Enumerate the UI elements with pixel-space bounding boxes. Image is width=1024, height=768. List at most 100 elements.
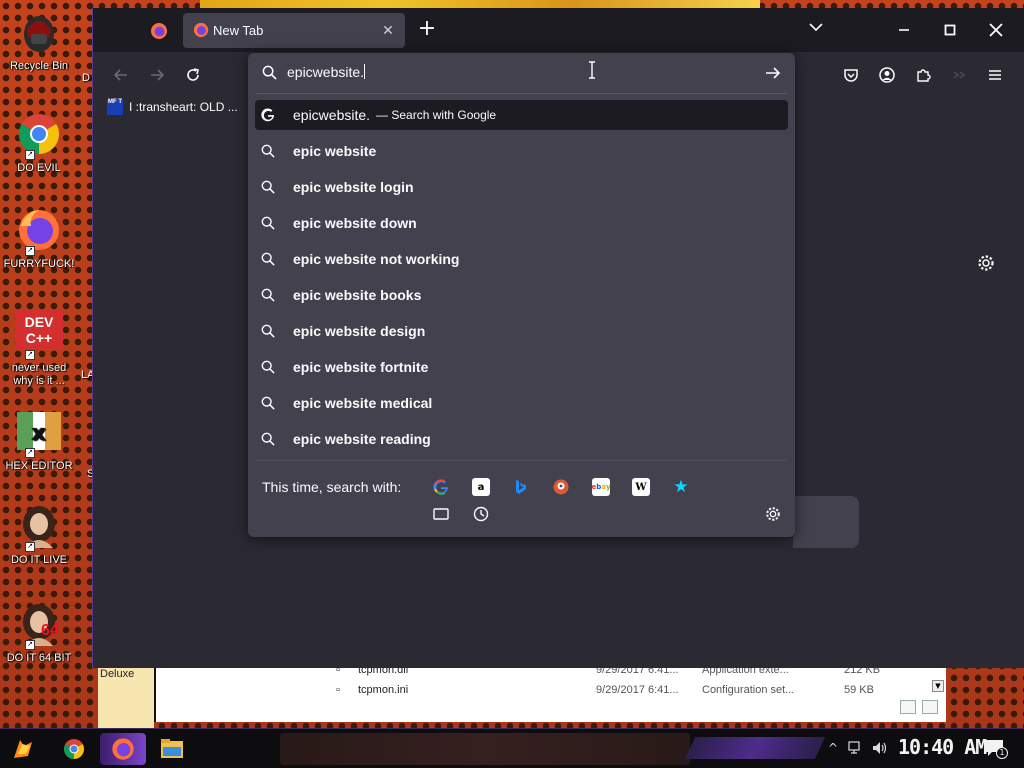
start-button[interactable] [8, 734, 40, 764]
tab-label: New Tab [213, 23, 264, 38]
amazon-icon[interactable]: a [472, 478, 490, 496]
search-settings-button[interactable] [764, 505, 782, 523]
taskbar-file-explorer[interactable] [156, 734, 188, 764]
scroll-down-icon[interactable]: ▼ [932, 680, 944, 692]
file-icon: ▫ [336, 684, 340, 696]
volume-icon[interactable] [872, 741, 888, 758]
tab-new-tab[interactable]: New Tab ✕ [183, 13, 405, 48]
network-icon[interactable] [848, 741, 864, 758]
close-window-button[interactable] [973, 8, 1019, 52]
shortcut-arrow-icon: ↗ [25, 542, 35, 552]
badge-64: 64 [41, 622, 59, 639]
firefox-icon [151, 23, 167, 39]
suggestion-text: epic website medical [293, 395, 433, 411]
taskbar-chrome[interactable] [58, 734, 90, 764]
search-icon [261, 216, 275, 230]
deluxe-label: Deluxe [100, 668, 135, 680]
taskbar-firefox[interactable] [107, 734, 139, 764]
suggestion-row[interactable]: epic website down [255, 208, 788, 238]
minimize-button[interactable] [881, 8, 927, 52]
new-tab-settings-button[interactable] [977, 254, 995, 276]
back-button[interactable] [109, 63, 133, 87]
desktop-icon-firefox[interactable]: ↗ FURRYFUCK! [2, 206, 76, 271]
divider [256, 93, 787, 94]
go-arrow-icon[interactable] [765, 65, 781, 84]
file-name: tcpmon.ini [358, 684, 409, 696]
overflow-icon [953, 71, 966, 79]
google-icon[interactable] [432, 478, 450, 496]
desktop-icon-do-it-64-bit[interactable]: 64 ↗ DO IT 64 BIT [2, 600, 76, 665]
firefox-icon [193, 22, 209, 41]
one-off-search-label: This time, search with: [262, 479, 402, 495]
desktop-icon-recycle-bin[interactable]: Recycle Bin [2, 8, 76, 73]
close-icon [989, 23, 1003, 37]
desktop-icon-devcpp[interactable]: DEV C++ ↗ never used why is it ... [2, 310, 76, 388]
wikipedia-icon[interactable]: W [632, 478, 650, 496]
desktop-icon-label: DO IT LIVE [10, 554, 68, 566]
suggestion-row[interactable]: epic website not working [255, 244, 788, 274]
suggestion-text: epic website books [293, 287, 422, 303]
suggestion-text: epic website not working [293, 251, 460, 267]
portrait-icon: 64 ↗ [15, 600, 63, 650]
forward-arrow-icon [151, 69, 165, 81]
google-icon [261, 108, 275, 122]
search-icon [261, 252, 275, 266]
pocket-button[interactable] [839, 63, 863, 87]
suggestion-row[interactable]: epicwebsite. — Search with Google [255, 100, 788, 130]
account-button[interactable] [875, 63, 899, 87]
file-explorer-window: ▫ tcpmon.dll 9/29/2017 6:41... Applicati… [154, 664, 946, 722]
forward-button[interactable] [145, 63, 169, 87]
firefox-view-button[interactable] [143, 16, 175, 46]
search-icon [261, 396, 275, 410]
suggestion-row[interactable]: epic website login [255, 172, 788, 202]
suggestion-row[interactable]: epic website fortnite [255, 352, 788, 382]
url-value: epicwebsite. [287, 64, 365, 80]
duckduckgo-icon[interactable] [552, 478, 570, 496]
suggestion-action: — Search with Google [376, 108, 497, 122]
details-view-icon[interactable] [900, 700, 916, 714]
notification-center-button[interactable]: 1 [984, 739, 1008, 759]
address-bar[interactable]: epicwebsite. [248, 53, 795, 93]
text-caret [364, 64, 366, 79]
reload-button[interactable] [181, 63, 205, 87]
desktop-icon-chrome[interactable]: ↗ DO EVIL [2, 110, 76, 175]
suggestion-row[interactable]: epic website reading [255, 424, 788, 454]
chevron-up-icon[interactable]: ^ [828, 741, 838, 755]
suggestion-row[interactable]: epic website books [255, 280, 788, 310]
taskbar: ^ 10:40 AM 1 [0, 728, 1024, 768]
tabs-search-icon[interactable] [432, 505, 450, 523]
new-tab-button[interactable]: + [415, 18, 439, 42]
bookmark-item[interactable]: MF T I :transheart: OLD ... [107, 99, 238, 115]
hamburger-menu-icon [989, 70, 1001, 80]
preview-view-icon[interactable] [922, 700, 938, 714]
taskbar-wallpaper-strip [280, 733, 690, 765]
shortcut-arrow-icon: ↗ [25, 150, 35, 160]
suggestion-row[interactable]: epic website design [255, 316, 788, 346]
suggestion-row[interactable]: epic website [255, 136, 788, 166]
file-row[interactable]: ▫ tcpmon.ini 9/29/2017 6:41... Configura… [336, 684, 1024, 700]
overflow-button[interactable] [947, 63, 971, 87]
file-size: 59 KB [844, 684, 874, 696]
taskbar-clock[interactable]: 10:40 AM [898, 735, 987, 759]
bookmark-favicon: MF T [107, 99, 123, 115]
notification-count: 1 [996, 747, 1008, 759]
suggestion-row[interactable]: epic website medical [255, 388, 788, 418]
close-tab-icon[interactable]: ✕ [379, 21, 397, 39]
search-icon [261, 144, 275, 158]
url-input[interactable]: epicwebsite. [287, 64, 366, 80]
list-all-tabs-button[interactable] [809, 20, 823, 36]
desktop-icon-hex-editor[interactable]: x ↗ HEX EDITOR [2, 408, 76, 473]
desktop-icon-label: FURRYFUCK! [3, 258, 75, 270]
ebay-icon[interactable]: ebay [591, 478, 611, 496]
suggestion-text: epic website reading [293, 431, 431, 447]
desktop-icon-do-it-live[interactable]: ↗ DO IT LIVE [2, 502, 76, 567]
star-icon[interactable]: ★ [672, 477, 690, 497]
gear-icon [978, 255, 994, 271]
app-menu-button[interactable] [983, 63, 1007, 87]
history-icon[interactable] [472, 505, 490, 523]
recycle-bin-icon [15, 8, 63, 56]
bing-icon[interactable] [512, 478, 530, 496]
desktop-icon-label: never used why is it ... [11, 362, 67, 387]
maximize-button[interactable] [927, 8, 973, 52]
extensions-button[interactable] [911, 63, 935, 87]
